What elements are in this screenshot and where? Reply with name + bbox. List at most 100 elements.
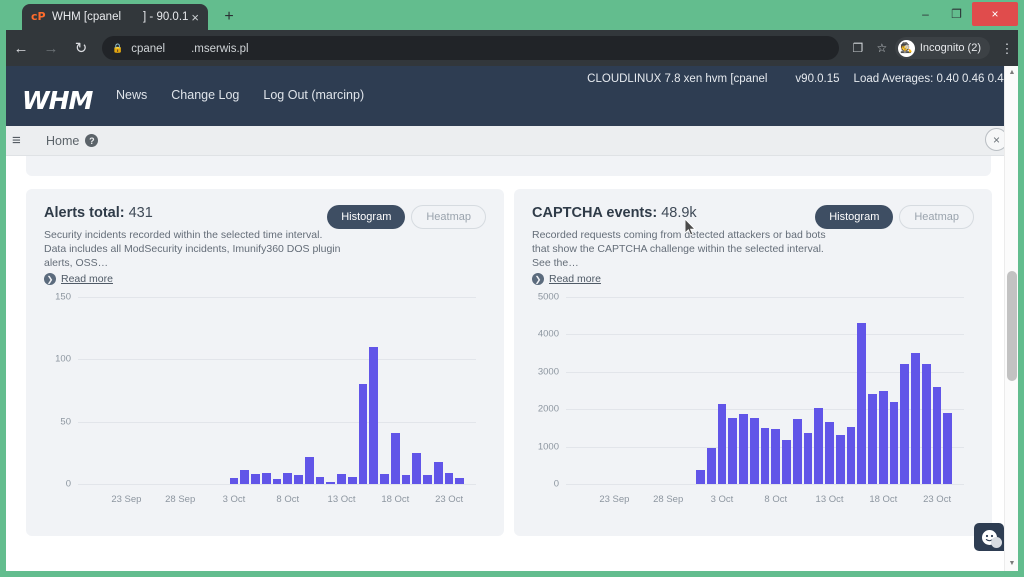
chart-bar[interactable] <box>792 419 802 484</box>
smiley-face-icon <box>981 529 1002 548</box>
chart-bar[interactable] <box>423 475 432 484</box>
stat-card: Alerts total: 431 Security incidents reco… <box>26 189 504 536</box>
scroll-down-icon[interactable]: ▼ <box>1005 557 1018 571</box>
chart-bar[interactable] <box>283 472 292 484</box>
chart-bar[interactable] <box>401 475 411 484</box>
chart-bar[interactable] <box>696 469 705 484</box>
chat-bubble-icon[interactable] <box>974 523 1004 551</box>
chart-bar[interactable] <box>444 472 454 484</box>
chart-bar[interactable] <box>911 353 920 484</box>
new-tab-button[interactable]: + <box>218 7 240 27</box>
x-axis-tick-label: 13 Oct <box>327 494 356 505</box>
browser-menu-icon[interactable]: ⋮ <box>996 42 1018 55</box>
y-axis-tick-label: 100 <box>55 353 71 365</box>
minimize-button[interactable]: – <box>910 0 941 28</box>
chart-bar[interactable] <box>835 435 845 484</box>
back-icon[interactable]: ← <box>6 33 36 63</box>
chart-bar[interactable] <box>739 413 748 484</box>
read-more-link[interactable]: ❯ Read more <box>44 273 486 285</box>
chart-bar[interactable] <box>304 456 314 484</box>
x-axis-tick-label: 8 Oct <box>276 494 300 505</box>
chart-bar[interactable] <box>932 386 942 484</box>
chart-bar[interactable] <box>749 418 759 484</box>
share-icon[interactable]: ❐ <box>847 37 869 59</box>
whm-logo[interactable]: WHM <box>22 86 93 115</box>
read-more-label[interactable]: Read more <box>61 273 113 285</box>
chart-bar[interactable] <box>921 364 931 484</box>
nav-item-logout[interactable]: Log Out (marcinp) <box>263 88 364 102</box>
card-description: Recorded requests coming from detected a… <box>532 229 826 269</box>
chart-bar[interactable] <box>390 432 400 484</box>
chart-bar[interactable] <box>369 346 378 484</box>
chart-bar[interactable] <box>433 461 443 484</box>
chart-bar[interactable] <box>803 432 813 484</box>
chart-bar[interactable] <box>868 394 877 484</box>
browser-window: cP WHM [cpanel] - 90.0.15 × + – ❐ × ← → … <box>6 0 1018 571</box>
chart-bar[interactable] <box>412 452 421 484</box>
page-scrollbar[interactable]: ▲ ▼ <box>1004 66 1018 571</box>
bookmark-star-icon[interactable]: ☆ <box>871 37 893 59</box>
chart-bar[interactable] <box>315 476 325 484</box>
incognito-label: Incognito (2) <box>919 42 981 54</box>
chart-bar[interactable] <box>337 474 346 484</box>
toggle-histogram-button[interactable]: Histogram <box>815 205 894 229</box>
redacted-hostname <box>767 72 782 82</box>
x-axis-tick-label: 18 Oct <box>869 494 898 505</box>
chart-bar[interactable] <box>261 472 271 484</box>
chart-bar[interactable] <box>251 474 260 484</box>
chart-bar[interactable] <box>358 384 368 484</box>
x-axis: 23 Sep 28 Sep 3 Oct 8 Oct 13 Oct 18 Oct 23 Oct <box>78 484 476 510</box>
x-axis-tick-label: 3 Oct <box>710 494 734 505</box>
chart-bar[interactable] <box>889 401 899 484</box>
chart-bar[interactable] <box>825 422 834 484</box>
scrollbar-thumb[interactable] <box>1007 271 1017 381</box>
chart-bar[interactable] <box>900 364 909 484</box>
chart-bar[interactable] <box>717 404 727 484</box>
x-axis-tick-label: 23 Oct <box>923 494 952 505</box>
x-axis-tick-label: 18 Oct <box>381 494 410 505</box>
incognito-profile-button[interactable]: 🕵 Incognito (2) <box>894 37 990 59</box>
browser-tab[interactable]: cP WHM [cpanel] - 90.0.15 × <box>22 4 208 30</box>
x-axis-tick-label: 8 Oct <box>764 494 788 505</box>
y-axis-tick-label: 50 <box>60 416 71 428</box>
chart-bar[interactable] <box>846 427 856 484</box>
nav-item-news[interactable]: News <box>116 88 147 102</box>
desktop-background: cP WHM [cpanel] - 90.0.15 × + – ❐ × ← → … <box>0 0 1024 577</box>
toggle-histogram-button[interactable]: Histogram <box>327 205 406 229</box>
chart-bar[interactable] <box>782 439 791 484</box>
browser-titlebar: cP WHM [cpanel] - 90.0.15 × + – ❐ × <box>6 0 1018 30</box>
close-tab-icon[interactable]: × <box>188 11 202 24</box>
x-axis-tick-label: 28 Sep <box>165 494 196 505</box>
chart-bar[interactable] <box>240 470 249 484</box>
chart-bar[interactable] <box>771 429 780 484</box>
chart-bar[interactable] <box>294 475 303 484</box>
help-icon[interactable]: ? <box>85 134 99 147</box>
maximize-button[interactable]: ❐ <box>941 0 972 28</box>
sidebar-toggle-icon[interactable]: ≡ <box>12 133 40 148</box>
chart-bar[interactable] <box>943 412 952 484</box>
toggle-heatmap-button[interactable]: Heatmap <box>899 205 974 229</box>
read-more-label[interactable]: Read more <box>549 273 601 285</box>
x-axis-tick-label: 28 Sep <box>653 494 684 505</box>
page-content: Alerts total: 431 Security incidents reco… <box>6 156 1018 571</box>
chart-bar[interactable] <box>706 448 716 484</box>
reload-icon[interactable]: ↻ <box>66 33 96 63</box>
chart-bar[interactable] <box>347 476 357 484</box>
chart-bar[interactable] <box>857 323 866 484</box>
address-bar[interactable]: 🔒 cpanel .mserwis.pl <box>102 36 839 60</box>
toggle-heatmap-button[interactable]: Heatmap <box>411 205 486 229</box>
close-window-button[interactable]: × <box>972 2 1018 26</box>
read-more-link[interactable]: ❯ Read more <box>532 273 974 285</box>
redacted-text <box>121 11 144 22</box>
forward-icon[interactable]: → <box>36 33 66 63</box>
chart-bar[interactable] <box>814 408 823 484</box>
chart-bar[interactable] <box>728 417 737 484</box>
chart-bar[interactable] <box>760 428 770 484</box>
omnibox-actions: ❐ ☆ 🕵 Incognito (2) ⋮ <box>847 37 1018 59</box>
scroll-up-icon[interactable]: ▲ <box>1005 66 1018 80</box>
chart-bar[interactable] <box>380 474 389 484</box>
y-axis-tick-label: 0 <box>65 478 71 490</box>
breadcrumb-home[interactable]: Home <box>46 134 79 148</box>
chart-bar[interactable] <box>878 390 888 484</box>
nav-item-change-log[interactable]: Change Log <box>171 88 239 102</box>
